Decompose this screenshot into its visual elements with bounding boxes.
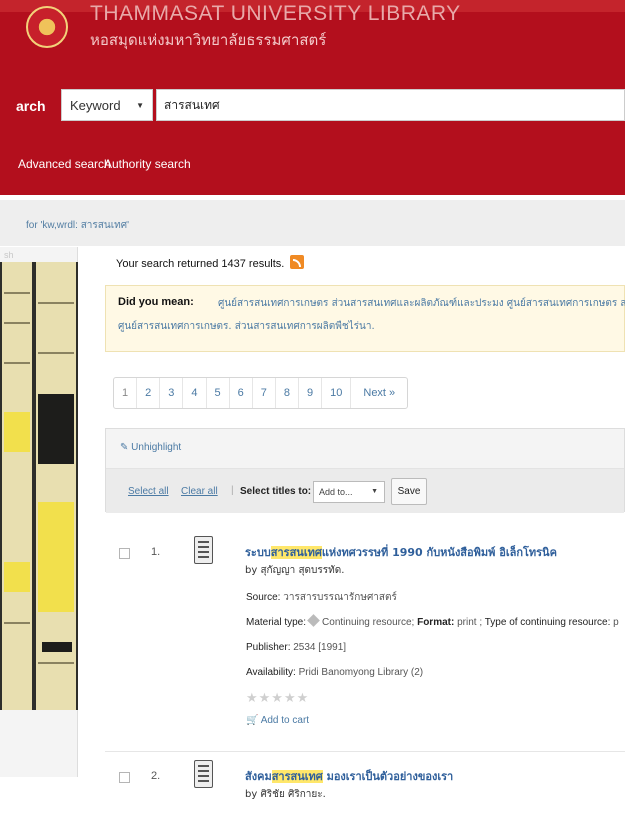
page-6[interactable]: 6 <box>230 378 253 408</box>
site-header: THAMMASAT UNIVERSITY LIBRARY หอสมุดแห่งม… <box>0 0 625 195</box>
add-to-cart-label: Add to cart <box>260 715 310 726</box>
university-seal-icon[interactable] <box>26 6 68 48</box>
highlight-row: ✎ Unhighlight <box>106 429 624 469</box>
publisher-value: 2534 [1991] <box>293 642 347 653</box>
results-summary: Your search returned 1437 results. <box>116 258 285 270</box>
did-you-mean-box: Did you mean: ศูนย์สารสนเทศการเกษตร ส่วน… <box>105 285 625 352</box>
results-toolbar: ✎ Unhighlight Select all Clear all | Sel… <box>105 428 625 513</box>
format-label: Format: <box>417 617 455 628</box>
page-9[interactable]: 9 <box>299 378 323 408</box>
result-publisher: Publisher: 2534 [1991] <box>246 642 346 653</box>
add-to-cart-link[interactable]: 🛒 Add to cart <box>246 715 309 726</box>
result-author[interactable]: by ศิริชัย ศิริกายะ. <box>245 787 326 802</box>
site-subtitle: หอสมุดแห่งมหาวิทยาลัยธรรมศาสตร์ <box>90 32 327 49</box>
title-prefix: ระบบ <box>245 546 271 559</box>
did-you-mean-label: Did you mean: <box>118 296 194 308</box>
page-3[interactable]: 3 <box>160 378 184 408</box>
result-checkbox[interactable] <box>119 548 130 559</box>
result-title-link[interactable]: สังคมสารสนเทศ มองเราเป็นตัวอย่างของเรา <box>245 767 453 785</box>
result-number: 2. <box>151 770 161 782</box>
result-item: 2. สังคมสารสนเทศ มองเราเป็นตัวอย่างของเร… <box>105 754 625 813</box>
clear-all-link[interactable]: Clear all <box>181 486 218 497</box>
add-to-value: Add to... <box>319 487 353 497</box>
result-checkbox[interactable] <box>119 772 130 783</box>
select-titles-label: Select titles to: <box>240 486 312 497</box>
refine-heading: sh <box>4 250 14 260</box>
title-suffix: แห่งทศวรรษที่ 1990 กับหนังสือพิมพ์ อิเล็… <box>321 546 557 559</box>
result-source: Source: วารสารบรรณารักษศาสตร์ <box>246 590 397 605</box>
select-all-link[interactable]: Select all <box>128 486 169 497</box>
chevron-down-icon: ▼ <box>371 488 378 495</box>
breadcrumb[interactable]: for 'kw,wrdl: สารสนเทศ' <box>26 218 129 233</box>
source-label: Source: <box>246 592 281 603</box>
continuing-label: Type of continuing resource: <box>484 617 611 628</box>
page-8[interactable]: 8 <box>276 378 299 408</box>
unhighlight-label: Unhighlight <box>131 442 182 453</box>
search-type-value: Keyword <box>70 97 121 113</box>
title-suffix: มองเราเป็นตัวอย่างของเรา <box>322 770 454 783</box>
title-highlight: สารสนเทศ <box>271 770 323 783</box>
result-title-link[interactable]: ระบบสารสนเทศแห่งทศวรรษที่ 1990 กับหนังสื… <box>245 543 557 561</box>
add-to-select[interactable]: Add to... ▼ <box>313 481 385 503</box>
page-1[interactable]: 1 <box>114 378 138 408</box>
page-7[interactable]: 7 <box>253 378 276 408</box>
save-button[interactable]: Save <box>391 478 427 505</box>
material-value: Continuing resource; <box>322 617 415 628</box>
result-material: Material type: Continuing resource; Forma… <box>246 614 619 628</box>
site-title[interactable]: THAMMASAT UNIVERSITY LIBRARY <box>90 2 461 26</box>
result-availability: Availability: Pridi Banomyong Library (2… <box>246 667 423 678</box>
continuing-resource-icon <box>307 614 320 627</box>
result-item: 1. ระบบสารสนเทศแห่งทศวรรษที่ 1990 กับหนั… <box>105 530 625 752</box>
cart-icon: 🛒 <box>246 715 261 726</box>
pencil-icon: ✎ <box>120 442 132 453</box>
toolbar-separator: | <box>231 485 234 496</box>
page-10[interactable]: 10 <box>322 378 352 408</box>
format-value: print ; <box>457 617 483 628</box>
unhighlight-link[interactable]: ✎ Unhighlight <box>120 442 181 453</box>
availability-label: Availability: <box>246 667 296 678</box>
authority-search-link[interactable]: Authority search <box>104 157 191 171</box>
page-4[interactable]: 4 <box>183 378 207 408</box>
did-you-mean-suggestions-2[interactable]: ศูนย์สารสนเทศการเกษตร. ส่วนสารสนเทศการผล… <box>118 319 375 334</box>
document-icon <box>194 760 213 788</box>
document-icon <box>194 536 213 564</box>
availability-value[interactable]: Pridi Banomyong Library (2) <box>299 667 424 678</box>
search-input[interactable]: สารสนเทศ <box>156 89 625 121</box>
did-you-mean-suggestions[interactable]: ศูนย์สารสนเทศการเกษตร ส่วนสารสนเทศและผลิ… <box>218 296 625 311</box>
title-highlight: สารสนเทศ <box>270 546 322 559</box>
next-page-link[interactable]: Next » <box>351 378 407 408</box>
publisher-label: Publisher: <box>246 642 291 653</box>
source-value: วารสารบรรณารักษศาสตร์ <box>283 592 397 603</box>
page-5[interactable]: 5 <box>207 378 230 408</box>
star-rating[interactable]: ★★★★★ <box>246 690 309 706</box>
result-number: 1. <box>151 546 161 558</box>
rss-icon[interactable] <box>290 255 304 269</box>
result-author[interactable]: by สุกัญญา สุดบรรทัด. <box>245 563 344 578</box>
search-label: arch <box>16 98 46 114</box>
material-label: Material type: <box>246 617 307 628</box>
advanced-search-link[interactable]: Advanced search <box>18 157 111 171</box>
cover-image <box>0 262 78 710</box>
page-2[interactable]: 2 <box>137 378 161 408</box>
chevron-down-icon: ▼ <box>136 100 144 110</box>
search-type-select[interactable]: Keyword ▼ <box>61 89 153 121</box>
select-row: Select all Clear all | Select titles to:… <box>106 469 624 513</box>
title-prefix: สังคม <box>245 770 272 783</box>
pagination: 1 2 3 4 5 6 7 8 9 10 Next » <box>113 377 409 409</box>
continuing-value: p <box>613 617 619 628</box>
